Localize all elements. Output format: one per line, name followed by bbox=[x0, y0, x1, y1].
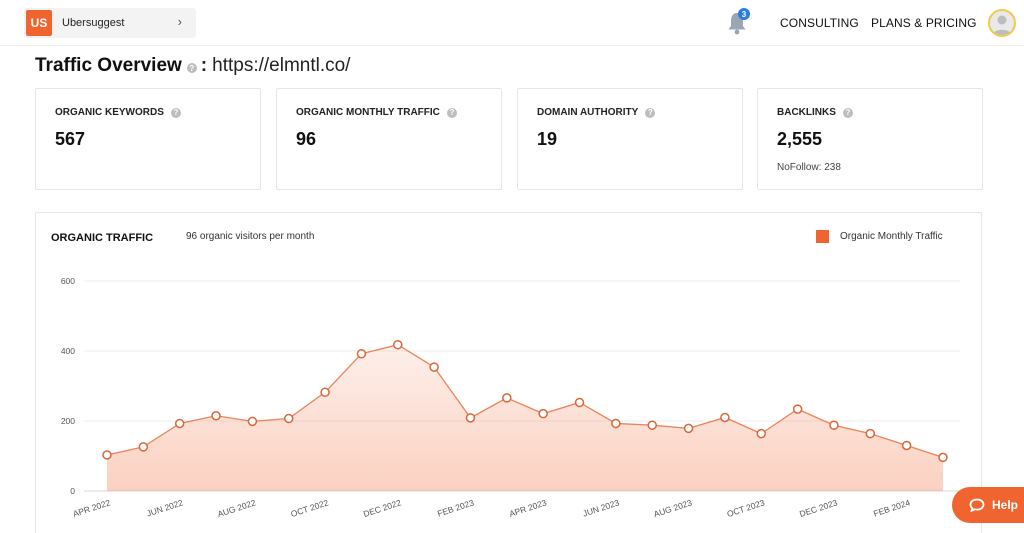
card-label: ORGANIC KEYWORDS bbox=[55, 107, 164, 118]
card-label-wrap: ORGANIC KEYWORDS ? bbox=[55, 107, 181, 118]
nav-consulting[interactable]: CONSULTING bbox=[780, 16, 859, 30]
data-point[interactable] bbox=[683, 423, 694, 434]
domain-url: https://elmntl.co/ bbox=[212, 55, 351, 76]
card-value: 19 bbox=[537, 129, 558, 149]
help-button[interactable]: Help bbox=[952, 487, 1024, 523]
help-tooltip-icon[interactable]: ? bbox=[446, 107, 457, 118]
card-label: BACKLINKS bbox=[777, 107, 836, 118]
data-point[interactable] bbox=[283, 413, 294, 424]
x-tick-label: AUG 2022 bbox=[216, 497, 257, 519]
organic-traffic-chart: 0 200 400 600 APR 2022 JUN 2022 AUG 2022 OCT 2… bbox=[61, 276, 960, 519]
card-value: 567 bbox=[55, 129, 86, 149]
data-point[interactable] bbox=[465, 413, 476, 423]
x-tick-label: FEB 2023 bbox=[436, 497, 475, 518]
data-point[interactable] bbox=[720, 412, 730, 423]
card-organic-monthly-traffic: ORGANIC MONTHLY TRAFFIC ? 96 bbox=[276, 88, 502, 190]
project-name: Ubersuggest bbox=[62, 17, 125, 29]
help-tooltip-icon[interactable]: ? bbox=[842, 107, 853, 118]
data-point[interactable] bbox=[865, 428, 876, 439]
page-title: Traffic Overview ? : https://elmntl.co/ bbox=[35, 54, 350, 78]
x-tick-label: APR 2023 bbox=[508, 497, 548, 519]
y-tick-label: 400 bbox=[61, 346, 75, 356]
nav-plans-pricing[interactable]: PLANS & PRICING bbox=[871, 16, 977, 30]
project-badge: US bbox=[26, 10, 52, 36]
card-label-wrap: ORGANIC MONTHLY TRAFFIC ? bbox=[296, 107, 457, 118]
data-point[interactable] bbox=[320, 387, 330, 398]
data-point[interactable] bbox=[429, 362, 439, 372]
x-tick-label: OCT 2023 bbox=[726, 497, 766, 519]
x-tick-label: OCT 2022 bbox=[289, 497, 329, 519]
data-point[interactable] bbox=[829, 420, 839, 430]
help-tooltip-icon[interactable]: ? bbox=[170, 107, 181, 118]
card-value: 2,555 bbox=[777, 129, 823, 149]
data-point[interactable] bbox=[211, 411, 221, 421]
help-label: Help bbox=[992, 498, 1019, 512]
data-point[interactable] bbox=[393, 339, 403, 350]
data-point[interactable] bbox=[792, 404, 803, 414]
data-point[interactable] bbox=[756, 428, 767, 439]
data-point[interactable] bbox=[174, 418, 185, 429]
y-tick-label: 0 bbox=[70, 486, 75, 496]
data-point[interactable] bbox=[647, 420, 657, 430]
data-point[interactable] bbox=[356, 349, 367, 359]
notification-count-badge: 3 bbox=[738, 8, 750, 20]
notifications-button[interactable]: 3 bbox=[726, 8, 750, 36]
data-point[interactable] bbox=[502, 393, 512, 403]
card-domain-authority: DOMAIN AUTHORITY ? 19 bbox=[517, 88, 743, 190]
x-tick-label: FEB 2024 bbox=[872, 497, 911, 518]
x-tick-label: AUG 2023 bbox=[652, 497, 693, 519]
organic-traffic-panel: ORGANIC TRAFFIC 96 organic visitors per … bbox=[35, 212, 982, 533]
page-title-text: Traffic Overview bbox=[35, 55, 182, 76]
data-point[interactable] bbox=[102, 450, 112, 460]
data-point[interactable] bbox=[611, 418, 621, 429]
top-bar: US Ubersuggest › 3 CONSULTING PLANS & PR… bbox=[0, 0, 1024, 46]
help-tooltip-icon[interactable]: ? bbox=[645, 107, 656, 118]
card-backlinks: BACKLINKS ? 2,555 NoFollow: 238 bbox=[757, 88, 983, 190]
card-label-wrap: BACKLINKS ? bbox=[777, 107, 853, 118]
project-selector[interactable]: US Ubersuggest › bbox=[24, 8, 196, 38]
card-label: DOMAIN AUTHORITY bbox=[537, 107, 639, 118]
data-point[interactable] bbox=[138, 442, 149, 452]
data-point[interactable] bbox=[938, 452, 948, 463]
data-point[interactable] bbox=[538, 408, 548, 419]
y-tick-label: 600 bbox=[61, 276, 75, 286]
help-tooltip-icon[interactable]: ? bbox=[186, 63, 197, 73]
data-point[interactable] bbox=[574, 397, 585, 408]
chevron-right-icon: › bbox=[177, 14, 182, 29]
nofollow-count: NoFollow: 238 bbox=[777, 162, 841, 173]
card-value: 96 bbox=[296, 129, 317, 149]
y-tick-label: 200 bbox=[61, 416, 75, 426]
card-organic-keywords: ORGANIC KEYWORDS ? 567 bbox=[35, 88, 261, 190]
card-label-wrap: DOMAIN AUTHORITY ? bbox=[537, 107, 656, 118]
data-point[interactable] bbox=[901, 440, 912, 451]
x-tick-label: JUN 2023 bbox=[581, 497, 620, 518]
user-icon bbox=[993, 15, 1011, 35]
chat-bubble-icon bbox=[969, 498, 985, 512]
data-point[interactable] bbox=[247, 416, 258, 427]
card-label: ORGANIC MONTHLY TRAFFIC bbox=[296, 107, 440, 118]
user-avatar[interactable] bbox=[988, 9, 1016, 37]
x-tick-label: JUN 2022 bbox=[145, 497, 184, 518]
x-tick-label: DEC 2022 bbox=[362, 497, 403, 519]
page-title-colon: : bbox=[200, 55, 208, 76]
x-tick-label: DEC 2023 bbox=[798, 497, 839, 519]
x-tick-label: APR 2022 bbox=[72, 497, 112, 519]
